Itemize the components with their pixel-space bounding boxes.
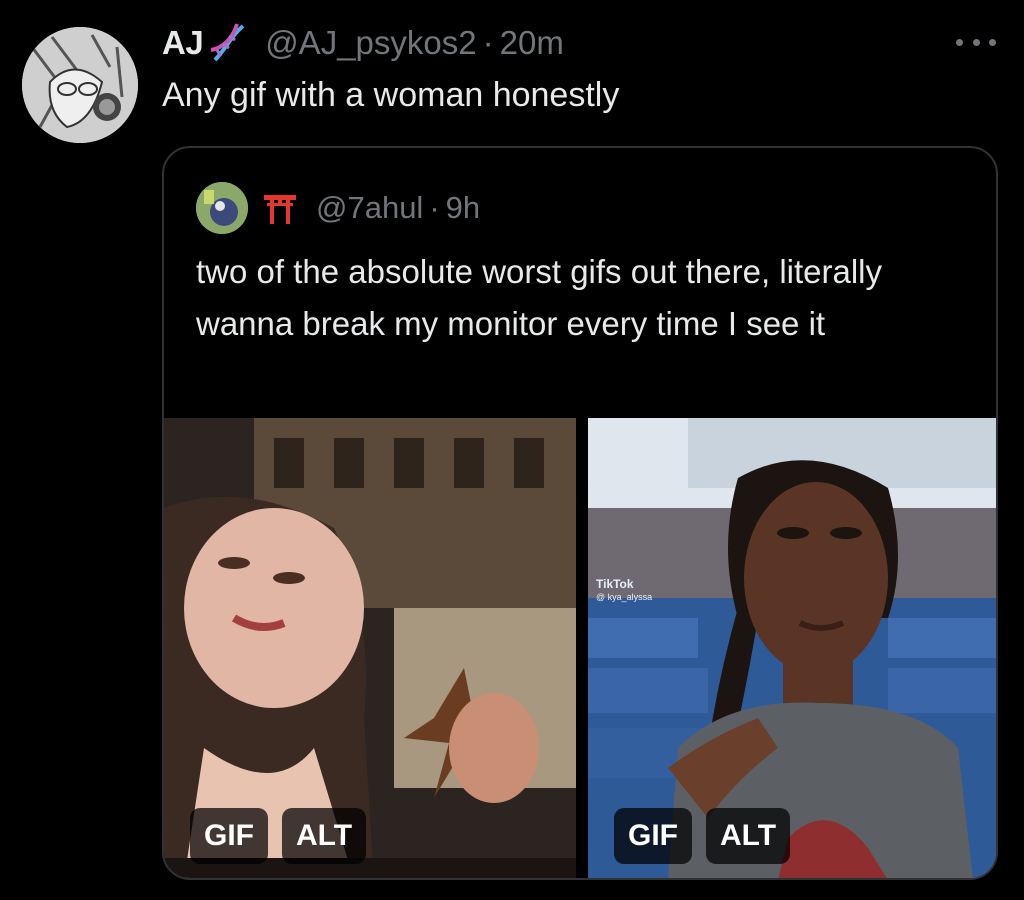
- author-avatar[interactable]: [22, 27, 138, 143]
- tweet-text: Any gif with a woman honestly: [162, 76, 620, 114]
- quoted-tweet-text: two of the absolute worst gifs out there…: [196, 253, 883, 342]
- gif-media-2[interactable]: TikTok @ kya_alyssa GIF ALT: [588, 418, 996, 878]
- author-display-name[interactable]: AJ: [162, 24, 204, 62]
- tweet-timestamp[interactable]: 20m: [500, 24, 564, 62]
- more-options-icon[interactable]: [956, 30, 996, 54]
- author-handle[interactable]: @AJ_psykos2: [265, 24, 476, 62]
- quoted-tweet-timestamp[interactable]: 9h: [446, 190, 480, 226]
- gif-badge: GIF: [190, 808, 268, 864]
- alt-text-button[interactable]: ALT: [282, 808, 367, 864]
- tweet-header: AJ @AJ_psykos2 · 20m: [162, 20, 564, 66]
- tiktok-watermark: TikTok: [596, 577, 634, 591]
- alt-text-button[interactable]: ALT: [706, 808, 791, 864]
- separator-dot: ·: [429, 190, 440, 225]
- separator-dot: ·: [482, 24, 494, 61]
- gif-media-1[interactable]: GIF ALT: [164, 418, 576, 878]
- quoted-tweet-card[interactable]: @7ahul · 9h two of the absolute worst gi…: [162, 146, 998, 880]
- dna-icon: [205, 20, 251, 66]
- gif-badge: GIF: [614, 808, 692, 864]
- torii-gate-icon: [264, 195, 296, 224]
- tiktok-watermark-user: @ kya_alyssa: [596, 592, 652, 602]
- quoted-tweet-header: @7ahul · 9h: [196, 182, 480, 234]
- quoted-author-avatar[interactable]: [196, 182, 248, 234]
- quoted-author-handle[interactable]: @7ahul: [316, 190, 423, 226]
